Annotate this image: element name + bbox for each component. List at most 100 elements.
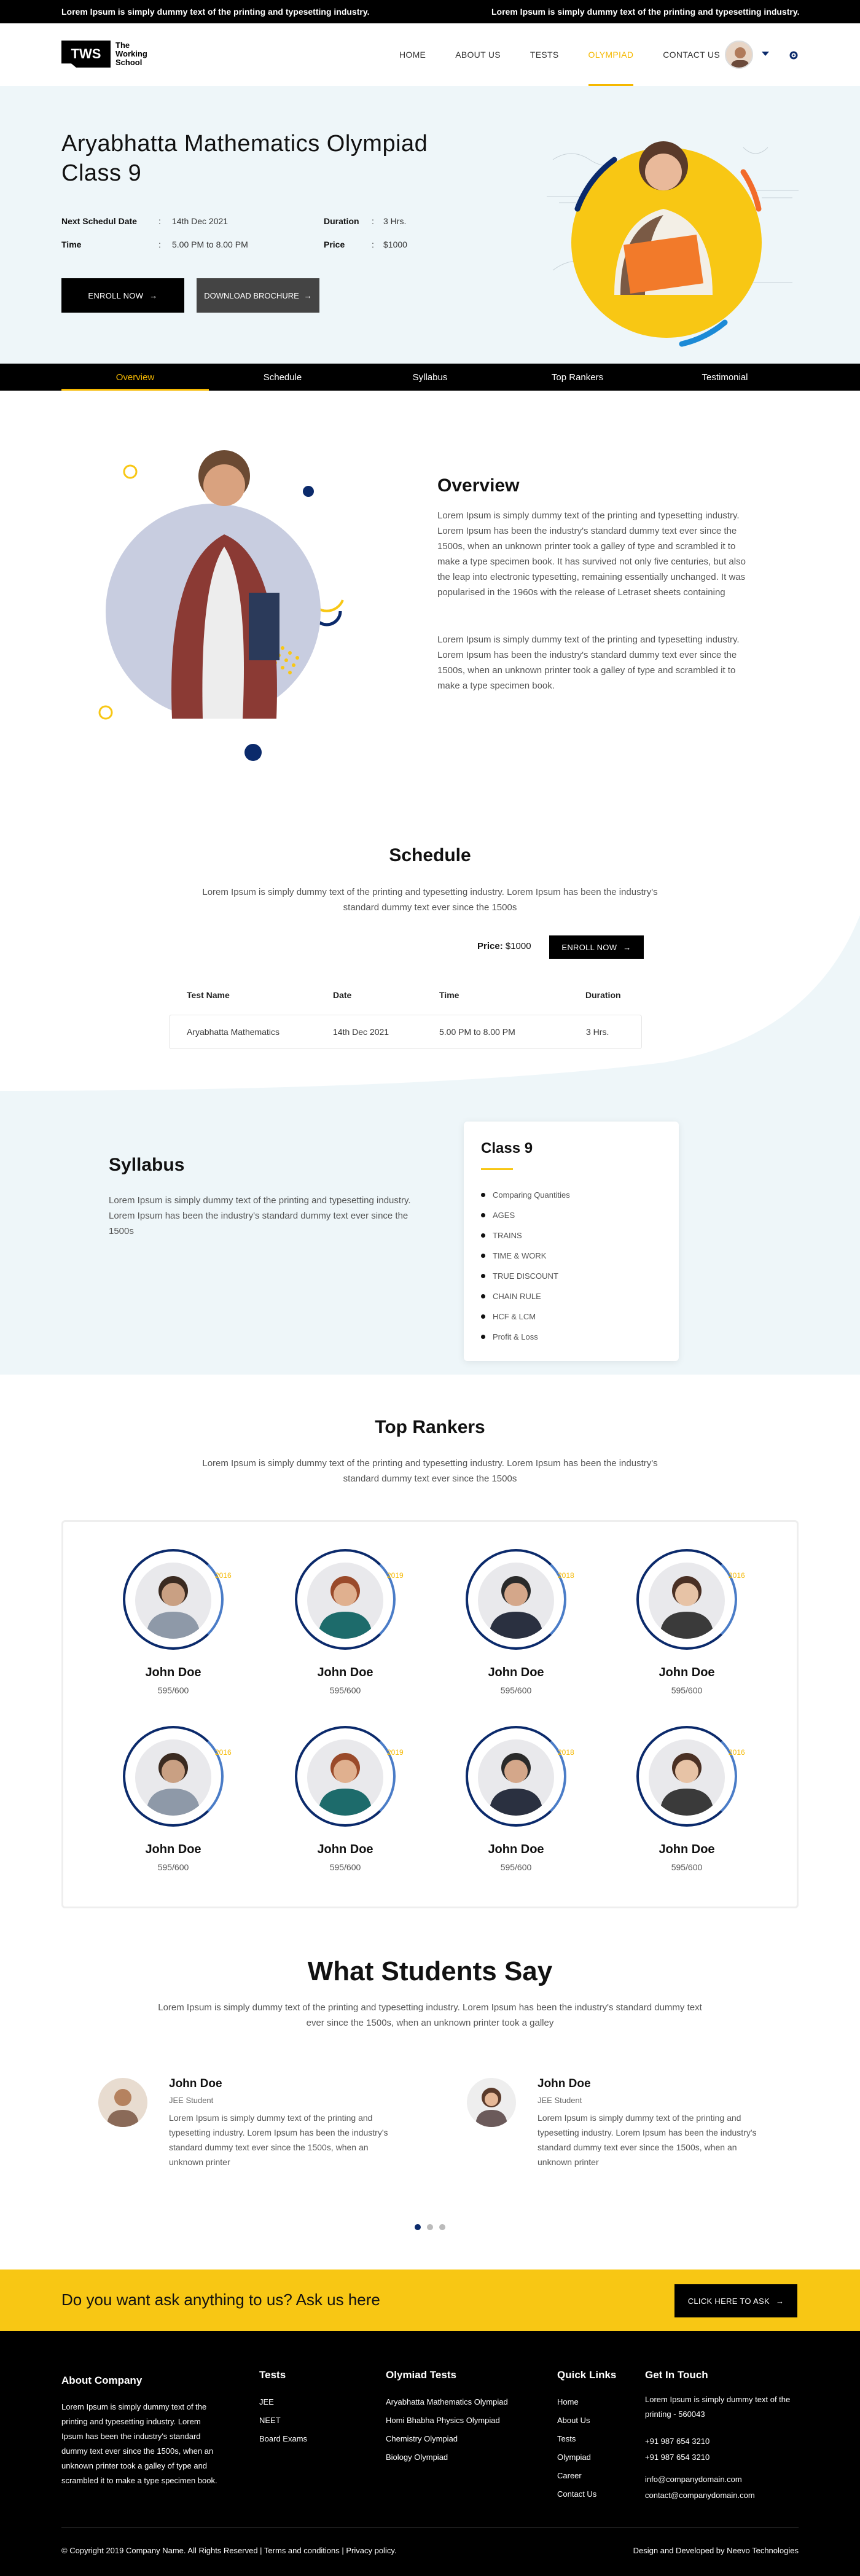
bullet-icon (481, 1254, 485, 1258)
rankers-title: Top Rankers (375, 1417, 485, 1437)
table-cell-time: 5.00 PM to 8.00 PM (439, 1027, 515, 1037)
nav-home[interactable]: HOME (399, 23, 426, 86)
testimonial-text: Lorem Ipsum is simply dummy text of the … (169, 2113, 388, 2167)
ranker-photo (307, 1739, 383, 1816)
bullet-icon (481, 1213, 485, 1217)
table-cell-test-name: Aryabhatta Mathematics (187, 1027, 280, 1037)
footer-address: Lorem Ipsum is simply dummy text of the … (645, 2395, 791, 2419)
footer-link[interactable]: Homi Bhabha Physics Olympiad (386, 2416, 500, 2425)
site-header: TWS The Working School HOME ABOUT US TES… (0, 23, 860, 86)
syllabus-item-label: HCF & LCM (493, 1312, 536, 1321)
time-colon: : (158, 240, 161, 249)
footer-phone[interactable]: +91 987 654 3210 (645, 2453, 710, 2462)
footer-copyright: © Copyright 2019 Company Name. All Right… (61, 2546, 397, 2555)
syllabus-item: Comparing Quantities (481, 1190, 570, 1200)
avatar (467, 2078, 516, 2127)
chevron-down-icon[interactable] (762, 52, 769, 56)
next-date-label: Next Schedul Date (61, 216, 137, 226)
carousel-dot[interactable] (427, 2224, 433, 2230)
footer-contact-title: Get In Touch (645, 2369, 708, 2381)
footer-link[interactable]: Aryabhatta Mathematics Olympiad (386, 2397, 508, 2406)
nav-about-us[interactable]: ABOUT US (455, 23, 501, 86)
footer-email[interactable]: contact@companydomain.com (645, 2491, 755, 2500)
tab-schedule[interactable]: Schedule (209, 364, 356, 391)
table-header-time: Time (439, 990, 459, 1000)
schedule-enroll-button[interactable]: ENROLL NOW → (549, 935, 644, 959)
settings-icon[interactable] (789, 50, 799, 60)
footer-link[interactable]: Chemistry Olympiad (386, 2434, 458, 2443)
ranker-photo (135, 1563, 211, 1639)
ranker-name: John Doe (488, 1843, 544, 1856)
tab-syllabus[interactable]: Syllabus (356, 364, 504, 391)
ranker-photo (478, 1563, 554, 1639)
footer-link[interactable]: Contact Us (557, 2489, 596, 2499)
ranker-year: 2018 (558, 1748, 574, 1757)
nav-contact-us[interactable]: CONTACT US (663, 23, 720, 86)
footer-phone[interactable]: +91 987 654 3210 (645, 2437, 710, 2446)
bullet-icon (481, 1294, 485, 1298)
carousel-dot[interactable] (439, 2224, 445, 2230)
schedule-price-value: $1000 (505, 941, 531, 951)
user-avatar[interactable] (725, 41, 753, 69)
download-brochure-button[interactable]: DOWNLOAD BROCHURE → (197, 278, 319, 313)
ranker-photo (307, 1563, 383, 1639)
overview-illustration (98, 450, 344, 761)
footer-email[interactable]: info@companydomain.com (645, 2475, 742, 2484)
time-label: Time (61, 240, 82, 249)
ranker-score: 595/600 (157, 1685, 189, 1695)
ranker-name: John Doe (488, 1666, 544, 1679)
announcement-ticker: Lorem Ipsum is simply dummy text of the … (0, 0, 860, 23)
arrow-right-icon: → (149, 291, 158, 300)
footer-link[interactable]: Home (557, 2397, 579, 2406)
schedule-price: Price: $1000 (477, 941, 531, 951)
syllabus-item-label: AGES (493, 1211, 515, 1220)
syllabus-description: Lorem Ipsum is simply dummy text of the … (109, 1195, 411, 1236)
nav-tests[interactable]: TESTS (530, 23, 559, 86)
testimonial-role: JEE Student (538, 2096, 582, 2105)
logo[interactable]: TWS The Working School (61, 41, 147, 68)
footer-link[interactable]: Olympiad (557, 2453, 591, 2462)
ranker-year: 2016 (729, 1748, 745, 1757)
footer-link[interactable]: NEET (259, 2416, 281, 2425)
enroll-now-button[interactable]: ENROLL NOW → (61, 278, 184, 313)
schedule-enroll-label: ENROLL NOW (561, 942, 617, 952)
tab-top-rankers[interactable]: Top Rankers (504, 364, 651, 391)
syllabus-item: TRAINS (481, 1231, 522, 1240)
footer-link[interactable]: About Us (557, 2416, 590, 2425)
page: Lorem Ipsum is simply dummy text of the … (0, 0, 860, 2576)
ticker-text-repeat: Lorem Ipsum is simply dummy text of the … (491, 7, 800, 17)
ranker-name: John Doe (317, 1843, 373, 1856)
footer-tests-title: Tests (259, 2369, 286, 2381)
testimonial-name: John Doe (538, 2077, 591, 2090)
syllabus-item: TIME & WORK (481, 1251, 546, 1260)
ranker-year: 2019 (387, 1748, 404, 1757)
cta-banner: Do you want ask anything to us? Ask us h… (0, 2270, 860, 2331)
carousel-dot-active[interactable] (415, 2224, 421, 2230)
ranker-photo (649, 1739, 725, 1816)
next-date-colon: : (158, 216, 161, 226)
ranker-name: John Doe (659, 1843, 715, 1856)
ranker-name: John Doe (317, 1666, 373, 1679)
table-cell-duration: 3 Hrs. (586, 1027, 609, 1037)
footer-link[interactable]: Career (557, 2471, 582, 2480)
ranker-year: 2016 (215, 1748, 232, 1757)
tab-overview[interactable]: Overview (61, 364, 209, 391)
footer-link[interactable]: Tests (557, 2434, 576, 2443)
syllabus-item-label: CHAIN RULE (493, 1292, 541, 1301)
ask-button[interactable]: CLICK HERE TO ASK → (674, 2284, 797, 2317)
footer-link[interactable]: JEE (259, 2397, 274, 2406)
duration-colon: : (372, 216, 374, 226)
footer-about-text: Lorem Ipsum is simply dummy text of the … (61, 2402, 217, 2485)
ranker-score: 595/600 (671, 1685, 703, 1695)
syllabus-card: Class 9 Comparing Quantities AGES TRAINS… (464, 1122, 679, 1361)
footer-link[interactable]: Board Exams (259, 2434, 307, 2443)
footer-link[interactable]: Biology Olympiad (386, 2453, 448, 2462)
logo-mark: TWS (61, 41, 111, 68)
rankers-description: Lorem Ipsum is simply dummy text of the … (202, 1458, 658, 1484)
tab-testimonial[interactable]: Testimonial (651, 364, 799, 391)
bullet-icon (481, 1193, 485, 1197)
ask-button-label: CLICK HERE TO ASK (687, 2296, 770, 2306)
testimonials-description: Lorem Ipsum is simply dummy text of the … (158, 2002, 702, 2028)
hero-illustration (547, 141, 799, 347)
nav-olympiad[interactable]: OLYMPIAD (588, 23, 634, 86)
